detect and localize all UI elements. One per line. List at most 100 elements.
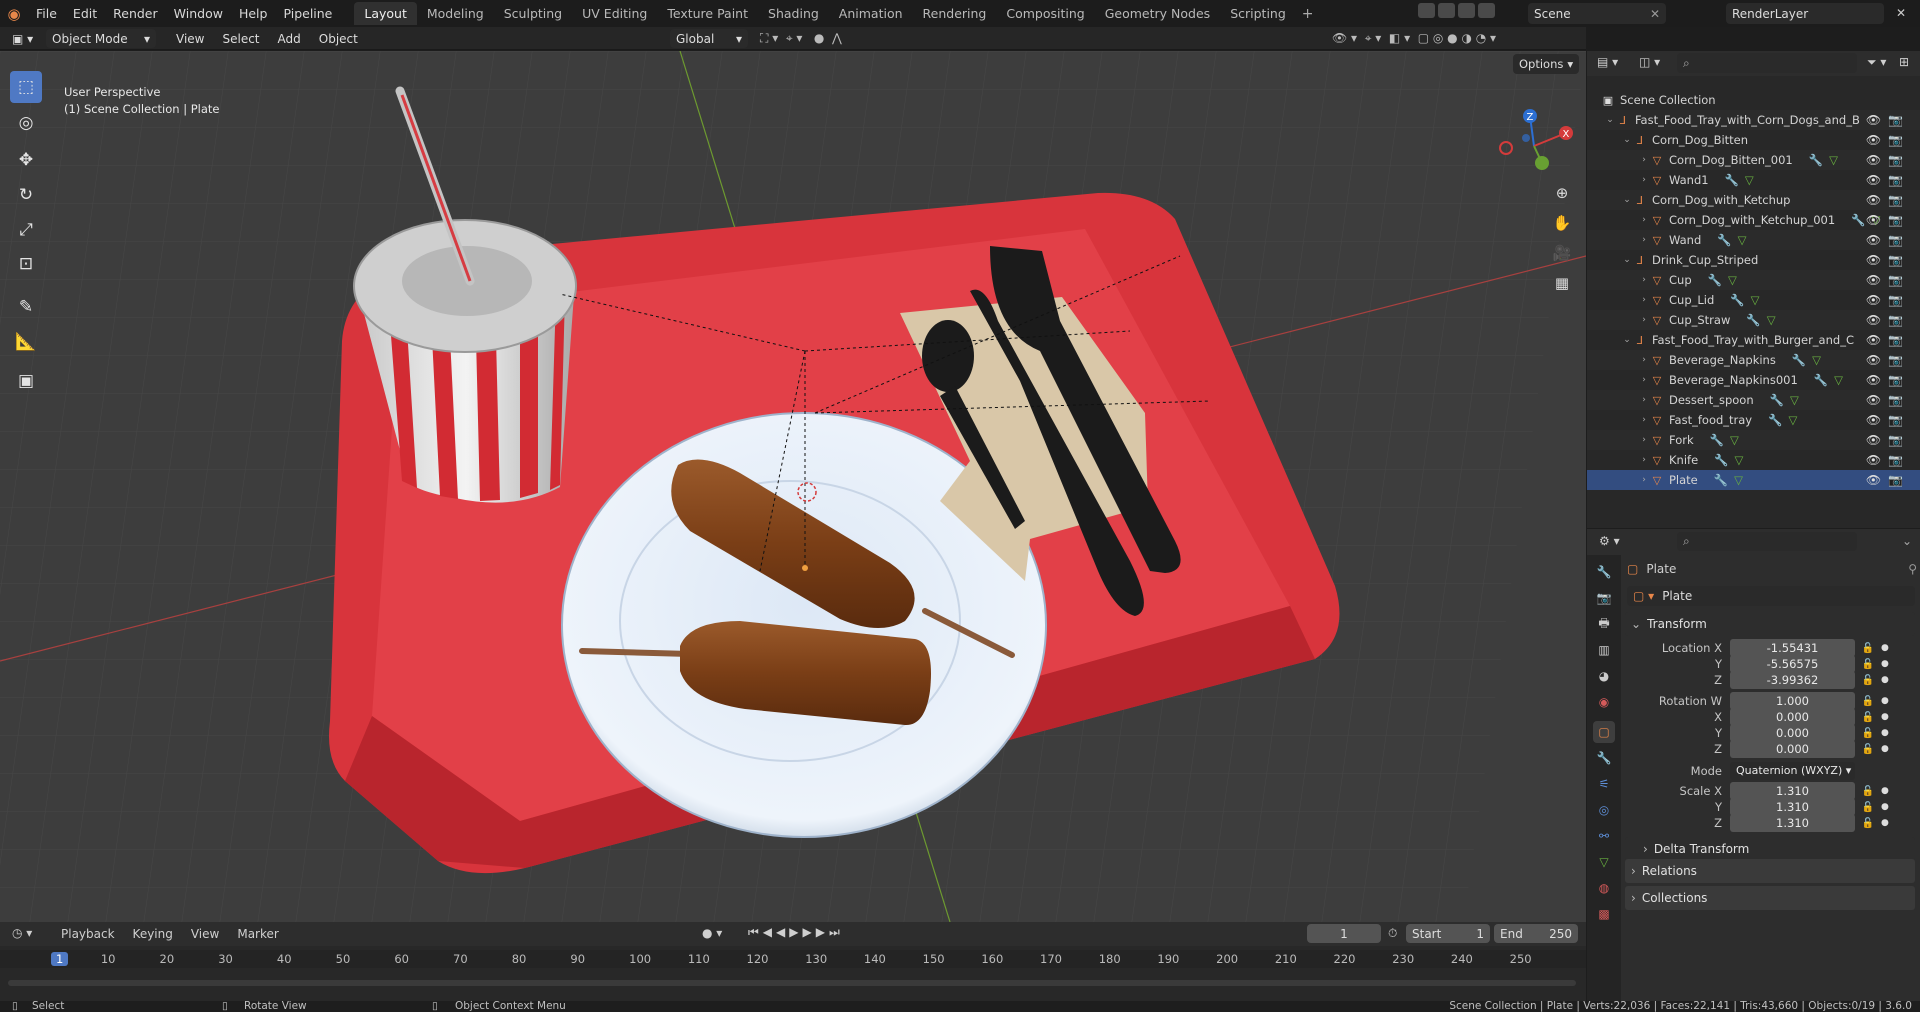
mesh-data-icon[interactable]: ▽: [1745, 173, 1754, 187]
menu-file[interactable]: File: [28, 6, 65, 21]
material-tab-icon[interactable]: ◍: [1593, 877, 1615, 899]
mesh-data-icon[interactable]: ▽: [1790, 393, 1799, 407]
start-frame-field[interactable]: Start 1: [1406, 924, 1490, 943]
tab-animation[interactable]: Animation: [829, 2, 913, 25]
zoom-icon[interactable]: ⊕: [1548, 179, 1576, 207]
modifier-icon[interactable]: 🔧: [1809, 153, 1823, 167]
collapsed-arrow-icon[interactable]: ›: [1638, 175, 1650, 185]
outliner-row-beverage-napkins001[interactable]: › ▽ Beverage_Napkins001 🔧 ▽ 👁📷: [1587, 370, 1920, 390]
add-workspace-button[interactable]: +: [1296, 6, 1320, 22]
view-layer-selector[interactable]: RenderLayer: [1726, 3, 1884, 24]
outliner-row-knife[interactable]: › ▽ Knife 🔧 ▽ 👁📷: [1587, 450, 1920, 470]
playback-controls[interactable]: ⏮◀◀▶▶▶⏭: [748, 925, 844, 940]
editor-type-button[interactable]: ▣ ▾: [12, 29, 33, 48]
timeline-editor-icon[interactable]: ◷ ▾: [12, 926, 32, 940]
outliner-row-dessert-spoon[interactable]: › ▽ Dessert_spoon 🔧 ▽ 👁📷: [1587, 390, 1920, 410]
modifier-icon[interactable]: 🔧: [1714, 473, 1728, 487]
visibility-toggle-icon[interactable]: 👁📷: [1866, 333, 1910, 347]
keyframe-dot-icon[interactable]: ●: [1881, 818, 1889, 828]
camera-icon[interactable]: 🎥: [1548, 239, 1576, 267]
outliner-row-corn-dog-bitten-001[interactable]: › ▽ Corn_Dog_Bitten_001 🔧 ▽ 👁📷: [1587, 150, 1920, 170]
modifier-icon[interactable]: 🔧: [1730, 293, 1744, 307]
scale-tool[interactable]: ⤢: [10, 214, 42, 246]
keyframe-dot-icon[interactable]: ●: [1881, 643, 1889, 653]
expanded-arrow-icon[interactable]: ⌄: [1621, 255, 1633, 265]
outliner-row-fork[interactable]: › ▽ Fork 🔧 ▽ 👁📷: [1587, 430, 1920, 450]
options-dropdown[interactable]: Options ▾: [1513, 54, 1579, 74]
current-frame-field[interactable]: 1: [1307, 924, 1381, 943]
visibility-toggle-icon[interactable]: 👁📷: [1866, 253, 1910, 267]
visibility-toggle-icon[interactable]: 👁📷: [1866, 433, 1910, 447]
menu-edit[interactable]: Edit: [65, 6, 105, 21]
pin-icon[interactable]: ✕: [1650, 7, 1660, 21]
window-icon[interactable]: [1478, 3, 1495, 18]
mode-selector[interactable]: Object Mode ▾: [46, 29, 156, 48]
clock-icon[interactable]: ⏱: [1388, 926, 1397, 941]
modifier-icon[interactable]: 🔧: [1814, 373, 1828, 387]
tab-geometry-nodes[interactable]: Geometry Nodes: [1095, 2, 1220, 25]
collections-panel[interactable]: › Collections: [1625, 886, 1915, 910]
tab-scripting[interactable]: Scripting: [1220, 2, 1296, 25]
tab-compositing[interactable]: Compositing: [996, 2, 1094, 25]
visibility-toggle-icon[interactable]: 👁📷: [1866, 193, 1910, 207]
expanded-arrow-icon[interactable]: ⌄: [1621, 335, 1633, 345]
mesh-data-icon[interactable]: ▽: [1834, 373, 1843, 387]
lock-icon[interactable]: 🔓: [1859, 659, 1877, 670]
scene-collection-row[interactable]: ▣ Scene Collection: [1587, 90, 1920, 110]
lock-icon[interactable]: 🔓: [1859, 712, 1877, 723]
collapsed-arrow-icon[interactable]: ›: [1638, 375, 1650, 385]
menu-window[interactable]: Window: [166, 6, 231, 21]
blender-logo-icon[interactable]: ◉: [0, 5, 28, 23]
tab-uv-editing[interactable]: UV Editing: [572, 2, 657, 25]
collapsed-arrow-icon[interactable]: ›: [1638, 215, 1650, 225]
visibility-toggle-icon[interactable]: 👁📷: [1866, 393, 1910, 407]
menu-help[interactable]: Help: [231, 6, 276, 21]
close-view-layer-icon[interactable]: ✕: [1896, 6, 1906, 20]
timeline-menu-keying[interactable]: Keying: [124, 927, 182, 941]
keyframe-dot-icon[interactable]: ●: [1881, 744, 1889, 754]
outliner-search-input[interactable]: ⌕: [1677, 53, 1857, 73]
3d-viewport[interactable]: User Perspective (1) Scene Collection | …: [0, 51, 1586, 922]
location-z-field[interactable]: -3.99362: [1730, 671, 1855, 689]
filter-icon[interactable]: ⏷ ▾: [1867, 55, 1886, 70]
mesh-data-icon[interactable]: ▽: [1751, 293, 1760, 307]
modifier-icon[interactable]: 🔧: [1708, 273, 1722, 287]
visibility-toggle-icon[interactable]: 👁📷: [1866, 153, 1910, 167]
lock-icon[interactable]: 🔓: [1859, 786, 1877, 797]
tool-tab-icon[interactable]: 🔧: [1593, 561, 1615, 583]
outliner-row-cup[interactable]: › ▽ Cup 🔧 ▽ 👁📷: [1587, 270, 1920, 290]
visibility-toggle-icon[interactable]: 👁📷: [1866, 313, 1910, 327]
playhead-frame[interactable]: 1: [51, 952, 69, 966]
collapsed-arrow-icon[interactable]: ›: [1638, 295, 1650, 305]
tab-shading[interactable]: Shading: [758, 2, 829, 25]
tab-layout[interactable]: Layout: [354, 2, 417, 25]
keyframe-dot-icon[interactable]: ●: [1881, 786, 1889, 796]
menu-pipeline[interactable]: Pipeline: [275, 6, 340, 21]
properties-editor-icon[interactable]: ⚙ ▾: [1599, 534, 1620, 548]
delta-transform-panel[interactable]: › Delta Transform: [1625, 837, 1915, 861]
lock-icon[interactable]: 🔓: [1859, 696, 1877, 707]
rotate-tool[interactable]: ↻: [10, 179, 42, 211]
outliner-row-fast-food-tray-with-corn-dogs-and-b[interactable]: ⌄ ⅃ Fast_Food_Tray_with_Corn_Dogs_and_B 👁📷: [1587, 110, 1920, 130]
mesh-data-icon[interactable]: ▽: [1767, 313, 1776, 327]
texture-tab-icon[interactable]: ▩: [1593, 903, 1615, 925]
modifier-tab-icon[interactable]: 🔧: [1593, 747, 1615, 769]
render-icon[interactable]: [1418, 3, 1435, 18]
mesh-data-icon[interactable]: ▽: [1738, 233, 1747, 247]
visibility-toggle-icon[interactable]: 👁📷: [1866, 173, 1910, 187]
collapsed-arrow-icon[interactable]: ›: [1638, 415, 1650, 425]
expanded-arrow-icon[interactable]: ⌄: [1621, 195, 1633, 205]
scene-selector[interactable]: Scene ✕: [1528, 3, 1666, 24]
pin-icon[interactable]: ⚲: [1908, 562, 1917, 576]
record-icon[interactable]: ● ▾: [702, 926, 722, 940]
collapsed-arrow-icon[interactable]: ›: [1638, 155, 1650, 165]
lock-icon[interactable]: 🔓: [1859, 818, 1877, 829]
keyframe-dot-icon[interactable]: ●: [1881, 675, 1889, 685]
modifier-icon[interactable]: 🔧: [1851, 213, 1865, 227]
outliner-row-cup-straw[interactable]: › ▽ Cup_Straw 🔧 ▽ 👁📷: [1587, 310, 1920, 330]
rotation-z-field[interactable]: 0.000: [1730, 740, 1855, 758]
viewport-menu-object[interactable]: Object: [310, 32, 367, 46]
modifier-icon[interactable]: 🔧: [1725, 173, 1739, 187]
modifier-icon[interactable]: 🔧: [1746, 313, 1760, 327]
visibility-toggle-icon[interactable]: 👁📷: [1866, 233, 1910, 247]
